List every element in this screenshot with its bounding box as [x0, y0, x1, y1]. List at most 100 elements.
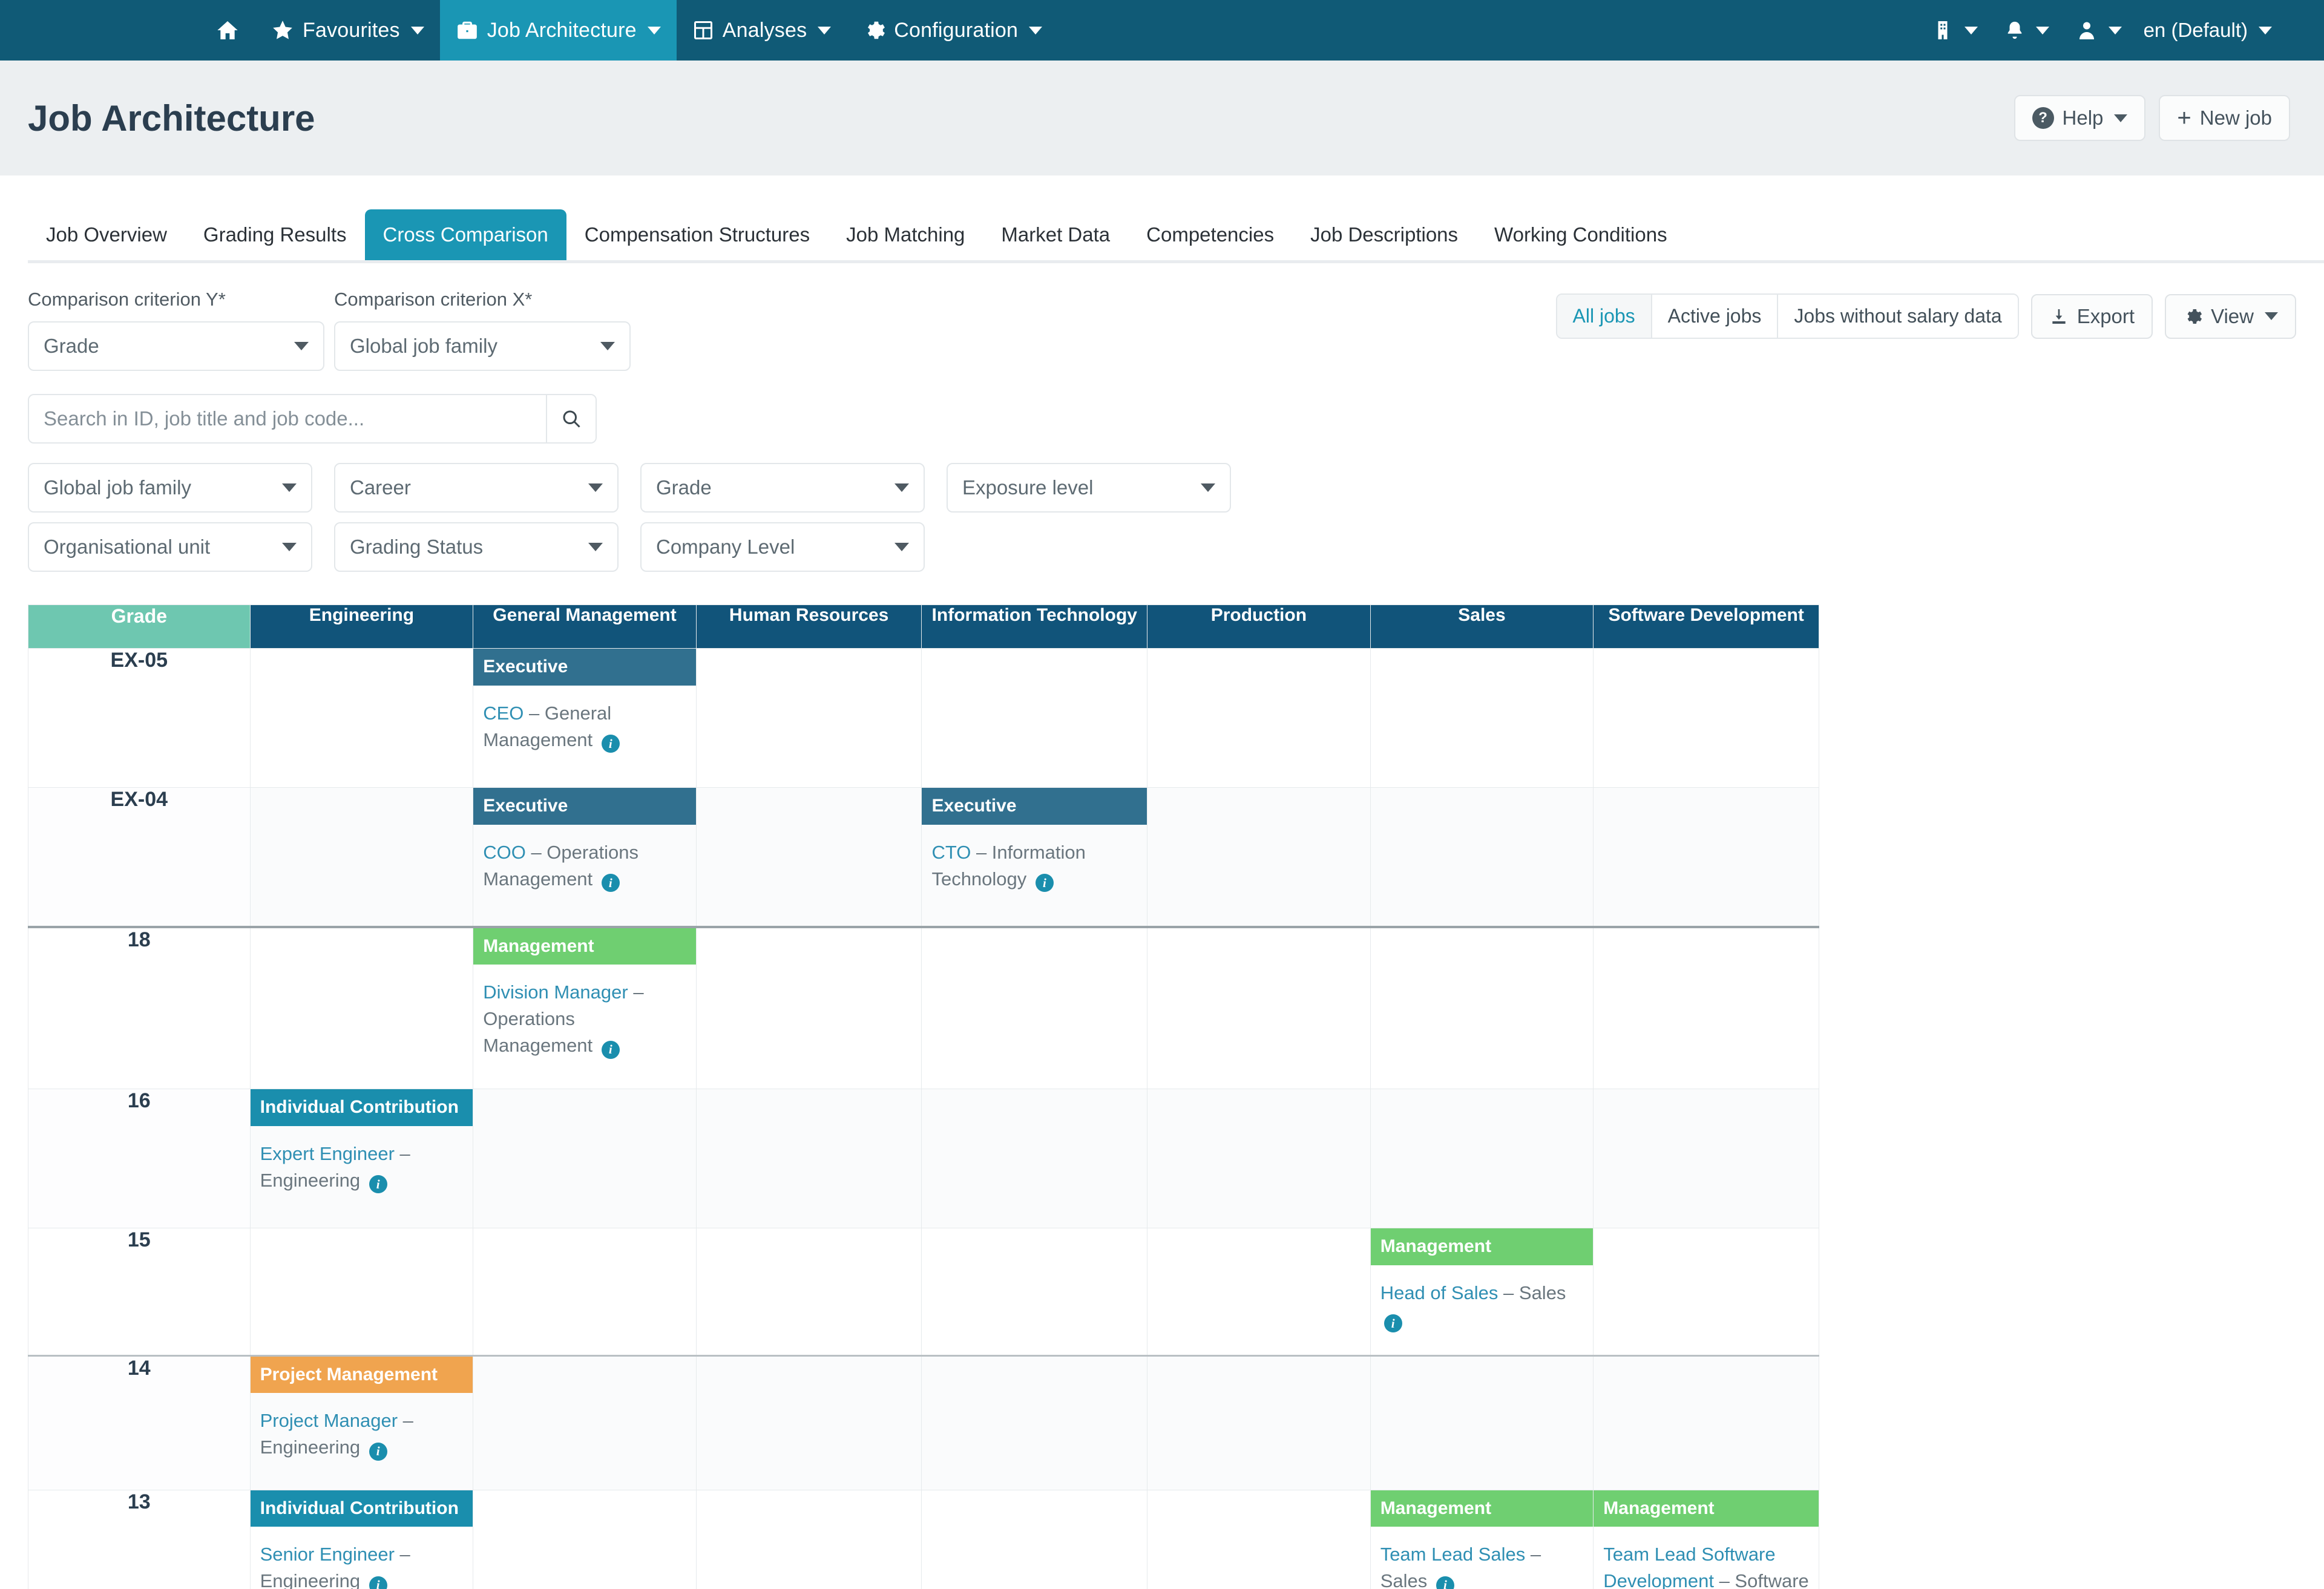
grade-cell: 13	[28, 1489, 251, 1589]
job-cell-software-development	[1593, 787, 1819, 928]
question-mark-icon: ?	[2032, 107, 2054, 129]
info-icon[interactable]: i	[369, 1442, 387, 1461]
tab-job-overview[interactable]: Job Overview	[28, 209, 185, 260]
chevron-down-icon	[647, 26, 661, 34]
job-title-link[interactable]: Division Manager	[483, 981, 628, 1003]
tab-compensation-structures[interactable]: Compensation Structures	[566, 209, 828, 260]
user-menu[interactable]	[2063, 19, 2135, 42]
chevron-down-icon	[2108, 26, 2122, 34]
filter-label: Global job family	[44, 476, 191, 499]
job-cell-general-management: Executive COO – Operations Management i	[473, 787, 697, 928]
job-cell-sales	[1370, 787, 1594, 928]
job-cell-human-resources	[695, 926, 922, 1089]
notifications-button[interactable]	[1991, 19, 2063, 42]
nav-analyses[interactable]: Analyses	[677, 0, 847, 61]
nav-home[interactable]	[200, 0, 255, 61]
column-header-grade: Grade	[28, 604, 251, 649]
header-actions: ? Help + New job	[2014, 95, 2290, 141]
segment-all-jobs[interactable]: All jobs	[1557, 295, 1652, 338]
job-list: CEO – General Management i	[473, 686, 696, 775]
view-button-label: View	[2211, 304, 2254, 327]
info-icon[interactable]: i	[1436, 1576, 1454, 1589]
chevron-down-icon	[818, 26, 832, 34]
filter-organisational-unit[interactable]: Organisational unit	[28, 522, 312, 572]
info-icon[interactable]: i	[601, 1040, 620, 1059]
nav-job-architecture[interactable]: Job Architecture	[439, 0, 677, 61]
table-row: EX-04 Executive COO – Operations Managemen…	[28, 787, 1819, 928]
table-row: 18 Management Division Manager – Operation…	[28, 926, 1819, 1089]
top-nav-right-group: en (Default)	[1919, 0, 2272, 61]
chevron-down-icon	[1029, 26, 1043, 34]
tab-market-data[interactable]: Market Data	[983, 209, 1128, 260]
info-icon[interactable]: i	[601, 874, 620, 893]
job-title-link[interactable]: CEO	[483, 703, 524, 724]
info-icon[interactable]: i	[601, 735, 620, 753]
info-icon[interactable]: i	[1384, 1314, 1402, 1333]
search-button[interactable]	[546, 395, 596, 442]
export-button[interactable]: Export	[2030, 293, 2153, 339]
job-title-link[interactable]: COO	[483, 842, 526, 863]
home-icon	[215, 18, 240, 42]
job-cell-engineering	[249, 648, 474, 788]
category-badge: Executive	[473, 788, 696, 825]
job-cell-engineering	[249, 1228, 474, 1357]
filter-career[interactable]: Career	[334, 463, 619, 513]
help-button-label: Help	[2062, 106, 2104, 129]
job-entry: CTO – Information Technology i	[931, 839, 1137, 893]
nav-configuration[interactable]: Configuration	[847, 0, 1058, 61]
help-button[interactable]: ? Help	[2014, 95, 2146, 141]
criterion-x-select[interactable]: Global job family	[334, 321, 631, 371]
tab-working-conditions[interactable]: Working Conditions	[1476, 209, 1686, 260]
tab-grading-results[interactable]: Grading Results	[185, 209, 365, 260]
chevron-down-icon	[600, 342, 615, 350]
new-job-button[interactable]: + New job	[2159, 95, 2290, 141]
info-icon[interactable]: i	[369, 1175, 387, 1194]
job-cell-production	[1147, 648, 1371, 788]
filter-grading-status[interactable]: Grading Status	[334, 522, 619, 572]
job-title-link[interactable]: Expert Engineer	[260, 1143, 395, 1164]
job-filter-segmented-control: All jobs Active jobs Jobs without salary…	[1555, 293, 2019, 339]
job-cell-engineering	[249, 787, 474, 928]
category-badge: Executive	[922, 788, 1147, 825]
filter-exposure-level[interactable]: Exposure level	[947, 463, 1231, 513]
info-icon[interactable]: i	[1035, 874, 1054, 893]
tab-competencies[interactable]: Competencies	[1128, 209, 1292, 260]
filter-grade[interactable]: Grade	[640, 463, 925, 513]
chevron-down-icon	[588, 483, 603, 492]
job-title-link[interactable]: Team Lead Sales	[1380, 1544, 1526, 1565]
cross-comparison-table-area: Grade Engineering General Management Human…	[0, 604, 2324, 1589]
job-title-link[interactable]: Head of Sales	[1380, 1282, 1498, 1303]
criterion-x-label: Comparison criterion X*	[334, 289, 533, 310]
job-cell-production	[1147, 787, 1371, 928]
filter-company-level[interactable]: Company Level	[640, 522, 925, 572]
criterion-y-select[interactable]: Grade	[28, 321, 324, 371]
job-title-link[interactable]: CTO	[931, 842, 971, 863]
job-family-text: – Sales	[1498, 1282, 1566, 1303]
filter-global-job-family[interactable]: Global job family	[28, 463, 312, 513]
top-nav-items: Favourites Job Architecture Analyses Con…	[200, 0, 1058, 61]
job-title-link[interactable]: Project Manager	[260, 1410, 398, 1431]
segment-jobs-without-salary-data[interactable]: Jobs without salary data	[1778, 295, 2018, 338]
company-selector[interactable]	[1919, 19, 1991, 42]
category-badge: Management	[1594, 1490, 1819, 1527]
tab-cross-comparison[interactable]: Cross Comparison	[364, 209, 566, 260]
column-header-sales: Sales	[1370, 604, 1594, 649]
info-icon[interactable]: i	[369, 1576, 387, 1589]
nav-favourites[interactable]: Favourites	[255, 0, 440, 61]
view-button[interactable]: View	[2165, 293, 2296, 339]
job-list: Expert Engineer – Engineering i	[251, 1126, 473, 1216]
grid-icon	[692, 19, 714, 41]
table-body: EX-05 Executive CEO – General Management i…	[28, 648, 1819, 1589]
language-selector[interactable]: en (Default)	[2135, 19, 2272, 42]
job-cell-sales	[1370, 1089, 1594, 1228]
job-cell-information-technology	[921, 1089, 1148, 1228]
chevron-down-icon	[588, 543, 603, 551]
user-icon	[2076, 19, 2098, 42]
tab-job-matching[interactable]: Job Matching	[828, 209, 983, 260]
job-cell-general-management	[473, 1489, 697, 1589]
segment-active-jobs[interactable]: Active jobs	[1652, 295, 1779, 338]
chevron-down-icon	[410, 26, 424, 34]
search-input[interactable]	[29, 395, 546, 442]
tab-job-descriptions[interactable]: Job Descriptions	[1292, 209, 1476, 260]
job-title-link[interactable]: Senior Engineer	[260, 1544, 395, 1565]
